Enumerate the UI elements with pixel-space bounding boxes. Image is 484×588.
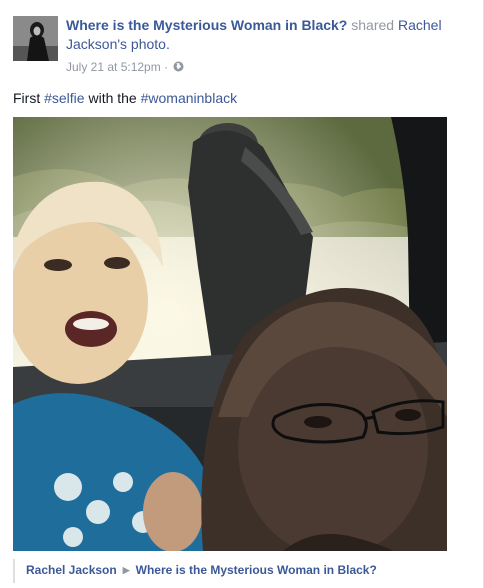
author-link[interactable]: Rachel Jackson <box>26 563 117 577</box>
post-caption: First #selfie with the #womaninblack <box>13 89 237 107</box>
page-name-link[interactable]: Where is the Mysterious Woman in Black? <box>66 17 347 33</box>
globe-icon[interactable] <box>173 60 184 72</box>
shared-post: Where is the Mysterious Woman in Black? … <box>0 0 484 588</box>
hashtag-womaninblack[interactable]: #womaninblack <box>141 90 238 106</box>
post-meta: July 21 at 5:12pm · <box>66 59 184 75</box>
meta-separator: · <box>164 60 169 74</box>
post-header: Where is the Mysterious Woman in Black? … <box>66 16 476 54</box>
share-attribution: Rachel Jackson ▶ Where is the Mysterious W… <box>26 562 377 579</box>
shared-object-link[interactable]: photo. <box>131 36 170 52</box>
caption-prefix: First <box>13 90 45 106</box>
triangle-right-icon: ▶ <box>122 565 130 575</box>
caption-middle: with the <box>84 90 141 106</box>
post-timestamp[interactable]: July 21 at 5:12pm <box>66 60 161 74</box>
footer-divider <box>13 559 15 583</box>
page-avatar[interactable] <box>13 16 58 61</box>
shared-text: shared <box>351 17 395 33</box>
shared-photo[interactable] <box>13 117 447 551</box>
target-page-link[interactable]: Where is the Mysterious Woman in Black? <box>136 563 377 577</box>
hashtag-selfie[interactable]: #selfie <box>44 90 84 106</box>
